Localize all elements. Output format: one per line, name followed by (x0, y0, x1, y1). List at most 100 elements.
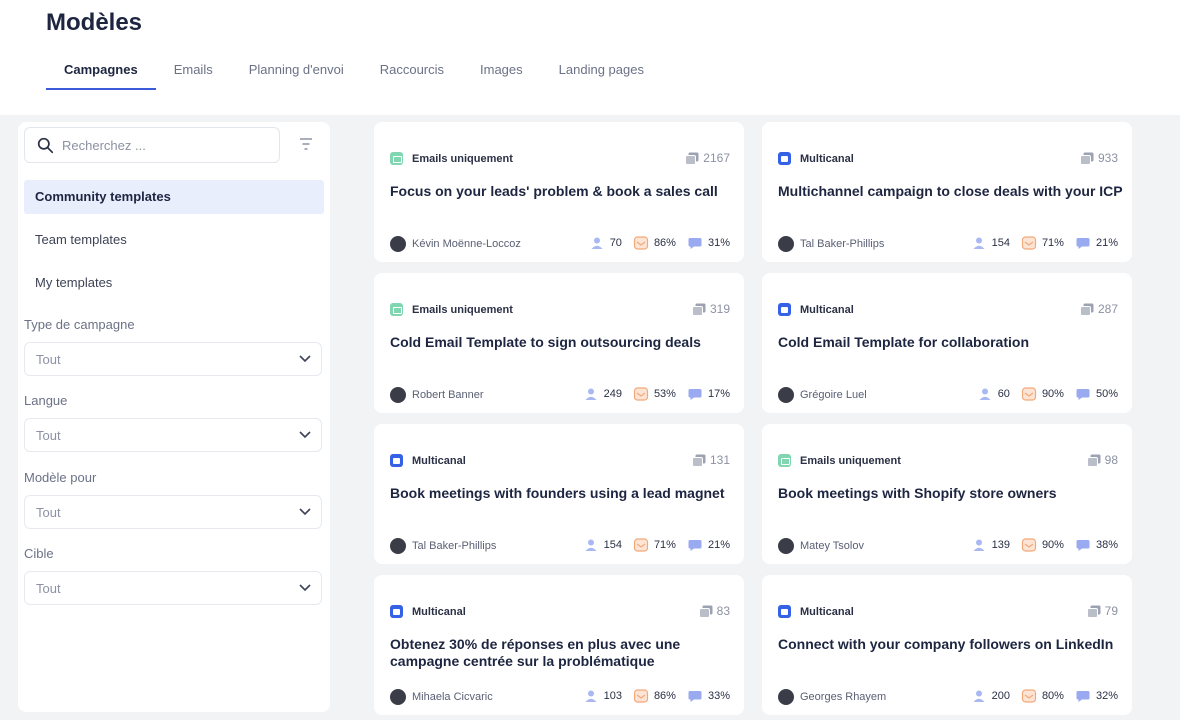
leads-count: 139 (991, 539, 1010, 551)
reply-rate: 38% (1095, 539, 1118, 551)
template-card[interactable]: Multicanal 83 Obtenez 30% de réponses en… (374, 575, 744, 715)
reply-rate-icon (1076, 540, 1090, 551)
filter-label-type-campagne: Type de campagne (24, 317, 135, 332)
card-usage-count: 83 (716, 604, 730, 618)
open-rate-icon (1021, 538, 1037, 552)
type-campagne-value: Tout (36, 352, 61, 367)
tab-planning[interactable]: Planning d'envoi (231, 52, 362, 90)
card-author: Kévin Moënne-Loccoz (412, 238, 521, 250)
card-usage-count: 287 (1097, 302, 1118, 316)
card-title: Obtenez 30% de réponses en plus avec une… (390, 636, 681, 669)
reply-rate: 17% (707, 388, 730, 400)
leads-icon (591, 237, 603, 249)
open-rate: 86% (653, 690, 676, 702)
open-rate-icon (633, 689, 649, 703)
card-tag: Multicanal (800, 152, 854, 165)
template-card[interactable]: Emails uniquement 2167 Focus on your lea… (374, 122, 744, 262)
modele-pour-value: Tout (36, 505, 61, 520)
template-card[interactable]: Emails uniquement 319 Cold Email Templat… (374, 273, 744, 413)
copy-icon (685, 152, 699, 165)
chevron-down-icon (299, 431, 311, 439)
open-rate-icon (1021, 689, 1037, 703)
search-box (24, 127, 280, 163)
card-author: Tal Baker-Phillips (412, 540, 497, 552)
card-usage-count: 98 (1104, 453, 1118, 467)
type-campagne-select[interactable]: Tout (24, 342, 322, 376)
avatar (778, 236, 794, 252)
card-title: Book meetings with founders using a lead… (390, 485, 725, 501)
template-card[interactable]: Multicanal 933 Multichannel campaign to … (762, 122, 1132, 262)
card-title: Cold Email Template to sign outsourcing … (390, 334, 701, 350)
leads-icon (585, 388, 597, 400)
page-header: Modèles Campagnes Emails Planning d'envo… (0, 0, 1180, 115)
reply-rate-icon (1076, 691, 1090, 702)
leads-icon (973, 539, 985, 551)
avatar (390, 538, 406, 554)
card-tag: Multicanal (412, 454, 466, 467)
leads-icon (585, 539, 597, 551)
open-rate-icon (633, 236, 649, 250)
leads-icon (979, 388, 991, 400)
leads-count: 60 (997, 388, 1010, 400)
reply-rate-icon (1076, 238, 1090, 249)
tab-bar: Campagnes Emails Planning d'envoi Raccou… (46, 52, 662, 90)
reply-rate: 32% (1095, 690, 1118, 702)
open-rate: 80% (1041, 690, 1064, 702)
copy-icon (698, 605, 713, 618)
reply-rate: 33% (707, 690, 730, 702)
reply-rate: 21% (707, 539, 730, 551)
card-author: Matey Tsolov (800, 540, 864, 552)
reply-rate-icon (688, 238, 702, 249)
tab-landing-pages[interactable]: Landing pages (541, 52, 662, 90)
card-tag: Multicanal (412, 605, 466, 618)
open-rate-icon (1021, 236, 1037, 250)
template-card[interactable]: Multicanal 131 Book meetings with founde… (374, 424, 744, 564)
langue-select[interactable]: Tout (24, 418, 322, 452)
tab-emails[interactable]: Emails (156, 52, 231, 90)
tab-images[interactable]: Images (462, 52, 541, 90)
chevron-down-icon (299, 508, 311, 516)
card-usage-count: 933 (1097, 151, 1118, 165)
card-usage-count: 2167 (703, 151, 730, 165)
card-title: Multichannel campaign to close deals wit… (778, 183, 1123, 199)
sidebar-item-community-templates[interactable]: Community templates (24, 180, 324, 214)
template-card[interactable]: Emails uniquement 98 Book meetings with … (762, 424, 1132, 564)
template-grid: Emails uniquement 2167 Focus on your lea… (362, 122, 1152, 720)
sidebar-item-team-templates[interactable]: Team templates (24, 223, 324, 257)
card-usage-count: 319 (709, 302, 730, 316)
copy-icon (691, 303, 706, 316)
card-title: Cold Email Template for collaboration (778, 334, 1029, 350)
tab-raccourcis[interactable]: Raccourcis (362, 52, 462, 90)
copy-icon (1086, 454, 1101, 467)
multichannel-icon (778, 152, 791, 165)
card-author: Mihaela Cicvaric (412, 691, 493, 703)
leads-count: 70 (609, 237, 622, 249)
card-author: Tal Baker-Phillips (800, 238, 885, 250)
filter-label-cible: Cible (24, 546, 54, 561)
filter-icon[interactable] (296, 136, 316, 152)
avatar (390, 236, 406, 252)
sidebar-item-my-templates[interactable]: My templates (24, 266, 324, 300)
card-author: Grégoire Luel (800, 389, 867, 401)
open-rate: 71% (1041, 237, 1064, 249)
template-card[interactable]: Multicanal 287 Cold Email Template for c… (762, 273, 1132, 413)
cible-select[interactable]: Tout (24, 571, 322, 605)
tab-campagnes[interactable]: Campagnes (46, 52, 156, 90)
open-rate: 90% (1041, 539, 1064, 551)
open-rate: 71% (653, 539, 676, 551)
open-rate-icon (633, 538, 649, 552)
leads-count: 103 (603, 690, 622, 702)
template-card[interactable]: Multicanal 79 Connect with your company … (762, 575, 1132, 715)
reply-rate-icon (1076, 389, 1090, 400)
search-icon (37, 137, 54, 153)
reply-rate-icon (688, 691, 702, 702)
avatar (778, 387, 794, 403)
card-usage-count: 79 (1104, 604, 1118, 618)
chevron-down-icon (299, 355, 311, 363)
email-icon (778, 454, 791, 467)
leads-icon (973, 237, 985, 249)
search-input[interactable] (62, 137, 262, 153)
chevron-down-icon (299, 584, 311, 592)
card-author: Georges Rhayem (800, 691, 887, 703)
modele-pour-select[interactable]: Tout (24, 495, 322, 529)
